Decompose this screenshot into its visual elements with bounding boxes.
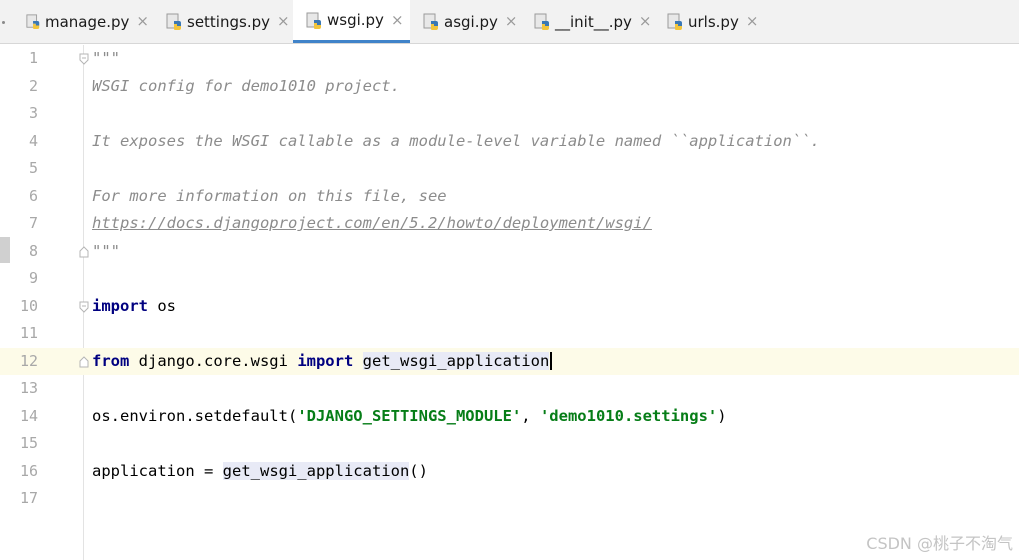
keyword: import xyxy=(297,351,354,370)
tab-label: asgi.py xyxy=(444,12,498,31)
tab-asgi-py[interactable]: asgi.py × xyxy=(423,0,523,43)
code-line: 9 xyxy=(0,265,1019,293)
code-text: from django.core.wsgi import get_wsgi_ap… xyxy=(92,348,553,376)
tab-label: settings.py xyxy=(187,12,270,31)
close-icon[interactable]: × xyxy=(391,12,404,28)
string-literal: 'demo1010.settings' xyxy=(539,406,718,425)
line-number: 2 xyxy=(28,76,38,95)
tab-wsgi-py[interactable]: wsgi.py × xyxy=(293,0,410,43)
code-line: 15 xyxy=(0,430,1019,458)
tab-init-py[interactable]: __init__.py × xyxy=(534,0,652,43)
fold-end-icon[interactable] xyxy=(79,245,89,258)
fold-icon[interactable] xyxy=(79,53,89,65)
docstring-text: WSGI config for demo1010 project. xyxy=(92,76,400,95)
close-icon[interactable]: × xyxy=(277,14,290,29)
watermark: CSDN @桃子不淘气 xyxy=(866,534,1013,553)
module-path: django.core.wsgi xyxy=(129,351,298,370)
string-literal: 'DJANGO_SETTINGS_MODULE' xyxy=(297,406,522,425)
code-line: 4 It exposes the WSGI callable as a modu… xyxy=(0,128,1019,156)
line-number: 17 xyxy=(19,489,38,507)
identifier: os xyxy=(148,296,176,315)
text-caret xyxy=(550,352,553,370)
line-number: 5 xyxy=(28,159,38,177)
tab-label: urls.py xyxy=(688,12,739,31)
code-line: 8 """ xyxy=(0,238,1019,266)
docstring-text: It exposes the WSGI callable as a module… xyxy=(92,131,820,150)
docstring-text: For more information on this file, see xyxy=(92,186,447,205)
code-text: import os xyxy=(92,293,176,321)
highlighted-identifier: get_wsgi_application xyxy=(362,351,550,370)
code-text: os.environ.setdefault('DJANGO_SETTINGS_M… xyxy=(92,403,727,431)
line-number: 12 xyxy=(19,351,38,370)
code-line: 3 xyxy=(0,100,1019,128)
line-number: 6 xyxy=(28,186,38,205)
line-number: 16 xyxy=(19,461,38,480)
line-number: 8 xyxy=(28,241,38,260)
paren: () xyxy=(409,461,428,480)
line-number: 3 xyxy=(28,104,38,122)
tab-settings-py[interactable]: settings.py × xyxy=(166,0,290,43)
fold-icon[interactable] xyxy=(79,301,89,313)
close-icon[interactable]: × xyxy=(639,14,652,29)
code-line: 1 """ xyxy=(0,45,1019,73)
code-text: application = get_wsgi_application() xyxy=(92,458,428,486)
tab-urls-py[interactable]: urls.py × xyxy=(667,0,762,43)
docstring-quotes: """ xyxy=(92,241,120,260)
editor-tab-bar: manage.py × settings.py × wsgi.py × asgi… xyxy=(0,0,1019,44)
python-file-icon xyxy=(26,14,40,29)
code-line: 2 WSGI config for demo1010 project. xyxy=(0,73,1019,101)
line-number: 11 xyxy=(19,324,38,342)
python-file-icon xyxy=(306,12,321,29)
python-file-icon xyxy=(534,13,549,30)
fold-end-icon[interactable] xyxy=(79,355,89,368)
code-line: 13 xyxy=(0,375,1019,403)
code-line: 10 import os xyxy=(0,293,1019,321)
line-number: 15 xyxy=(19,434,38,452)
close-icon[interactable]: × xyxy=(136,14,149,29)
code-line: 14 os.environ.setdefault('DJANGO_SETTING… xyxy=(0,403,1019,431)
assignment: application = xyxy=(92,461,223,480)
close-icon[interactable]: × xyxy=(746,14,759,29)
line-number: 10 xyxy=(19,296,38,315)
tab-label: __init__.py xyxy=(555,12,632,31)
line-number: 4 xyxy=(28,131,38,150)
tab-label: wsgi.py xyxy=(327,11,384,29)
code-line: 5 xyxy=(0,155,1019,183)
python-file-icon xyxy=(166,13,181,30)
python-file-icon xyxy=(667,13,682,30)
python-file-icon xyxy=(423,13,438,30)
line-number: 13 xyxy=(19,379,38,397)
docs-url-link[interactable]: https://docs.djangoproject.com/en/5.2/ho… xyxy=(92,210,652,238)
code-line: 11 xyxy=(0,320,1019,348)
line-number: 1 xyxy=(28,49,38,67)
code-line: 7 https://docs.djangoproject.com/en/5.2/… xyxy=(0,210,1019,238)
tab-manage-py[interactable]: manage.py × xyxy=(26,0,149,43)
call: os.environ.setdefault( xyxy=(92,406,298,425)
current-code-line: 12 from django.core.wsgi import get_wsgi… xyxy=(0,347,1019,376)
line-number: 9 xyxy=(28,269,38,287)
separator: , xyxy=(521,406,540,425)
code-line: 17 xyxy=(0,485,1019,513)
paren: ) xyxy=(717,406,727,425)
tab-overflow-indicator[interactable] xyxy=(0,14,8,32)
code-line: 16 application = get_wsgi_application() xyxy=(0,458,1019,486)
line-number: 7 xyxy=(28,214,38,232)
line-number: 14 xyxy=(19,406,38,425)
keyword: from xyxy=(92,351,130,370)
keyword: import xyxy=(92,296,148,315)
code-line: 6 For more information on this file, see xyxy=(0,183,1019,211)
highlighted-identifier: get_wsgi_application xyxy=(222,461,410,480)
tab-label: manage.py xyxy=(45,12,130,31)
close-icon[interactable]: × xyxy=(505,14,518,29)
docstring-quotes: """ xyxy=(92,49,120,67)
